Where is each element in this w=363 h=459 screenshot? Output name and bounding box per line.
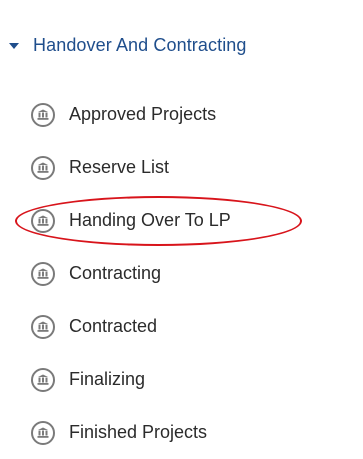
building-icon	[31, 208, 55, 233]
building-icon	[31, 102, 55, 127]
item-label: Reserve List	[69, 157, 170, 177]
item-label: Contracted	[69, 316, 158, 336]
building-icon	[31, 314, 55, 339]
building-icon	[31, 420, 55, 445]
item-label: Contracting	[69, 263, 162, 283]
list-item-finished-projects[interactable]: Finished Projects	[31, 406, 231, 459]
navigation-tree: Handover And Contracting Approved Projec…	[0, 0, 363, 459]
item-list: Approved Projects Reserve List Handing O…	[15, 88, 302, 459]
list-item-reserve-list[interactable]: Reserve List	[31, 141, 231, 194]
section-toggle-handover-and-contracting[interactable]: Handover And Contracting	[9, 30, 247, 60]
building-icon	[31, 261, 55, 286]
building-icon	[31, 155, 55, 180]
section-label: Handover And Contracting	[33, 34, 247, 55]
item-label: Finished Projects	[69, 422, 208, 442]
item-label: Finalizing	[69, 369, 146, 389]
list-item-approved-projects[interactable]: Approved Projects	[31, 88, 231, 141]
list-item-finalizing[interactable]: Finalizing	[31, 353, 231, 406]
list-item-contracted[interactable]: Contracted	[31, 300, 231, 353]
list-item-contracting[interactable]: Contracting	[31, 247, 231, 300]
caret-down-icon[interactable]	[9, 42, 19, 49]
list-item-handing-over-to-lp[interactable]: Handing Over To LP	[15, 194, 302, 247]
item-label: Handing Over To LP	[69, 210, 231, 230]
building-icon	[31, 367, 55, 392]
item-label: Approved Projects	[69, 104, 217, 124]
